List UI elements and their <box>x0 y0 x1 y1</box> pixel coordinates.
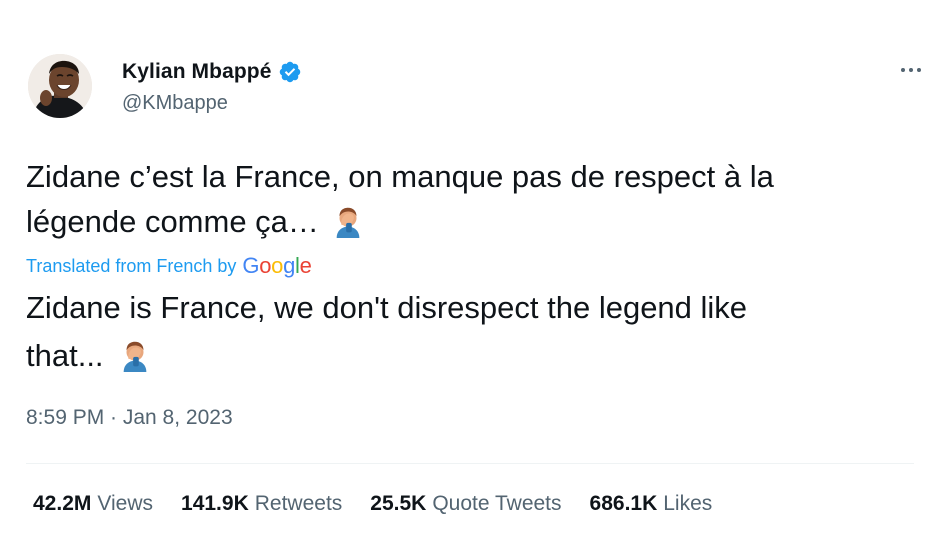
views-count: 42.2M <box>33 492 92 515</box>
tweet-translation-text: Zidane is France, we don't disrespect th… <box>26 284 916 380</box>
original-line-1: Zidane c’est la France, on manque pas de… <box>26 159 774 194</box>
more-options-button[interactable] <box>896 60 926 80</box>
divider <box>26 463 914 464</box>
translation-line-2-text: that... <box>26 338 104 373</box>
translation-line-1: Zidane is France, we don't disrespect th… <box>26 290 748 325</box>
views-label: Views <box>97 492 154 515</box>
tweet-timestamp[interactable]: 8:59 PM · Jan 8, 2023 <box>26 406 233 430</box>
verified-badge-icon <box>279 61 300 83</box>
quote-tweets-count: 25.5K <box>370 492 427 515</box>
translation-line-2: that... <box>26 332 916 380</box>
more-dot-icon <box>917 68 921 72</box>
retweets-stat[interactable]: 141.9K Retweets <box>181 492 342 516</box>
quote-tweets-stat[interactable]: 25.5K Quote Tweets <box>370 492 561 516</box>
display-name[interactable]: Kylian Mbappé <box>122 60 272 84</box>
man-facepalming-emoji-icon <box>336 207 360 238</box>
author-handle[interactable]: @KMbappe <box>122 92 228 115</box>
retweets-label: Retweets <box>254 492 343 515</box>
translated-by[interactable]: Translated from French by Google <box>26 253 312 279</box>
tweet-original-text: Zidane c’est la France, on manque pas de… <box>26 154 916 244</box>
original-line-2-text: légende comme ça… <box>26 204 319 239</box>
views-stat[interactable]: 42.2M Views <box>33 492 153 516</box>
avatar[interactable] <box>28 54 92 118</box>
google-logo: Google <box>242 253 312 278</box>
profile-photo-icon <box>28 54 92 118</box>
man-facepalming-emoji-icon <box>123 341 146 372</box>
more-dot-icon <box>901 68 905 72</box>
translated-label[interactable]: Translated from French by <box>26 256 236 277</box>
retweets-count: 141.9K <box>181 492 249 515</box>
likes-label: Likes <box>663 492 713 515</box>
tweet-stats: 42.2M Views 141.9K Retweets 25.5K Quote … <box>33 492 712 516</box>
likes-count: 686.1K <box>589 492 658 515</box>
original-line-2: légende comme ça… <box>26 199 916 244</box>
likes-stat[interactable]: 686.1K Likes <box>590 492 713 516</box>
author-name-row[interactable]: Kylian Mbappé <box>122 60 302 84</box>
more-dot-icon <box>909 68 913 72</box>
tweet-card: Kylian Mbappé @KMbappe Zidane c’est la F… <box>0 0 940 534</box>
quote-tweets-label: Quote Tweets <box>432 492 562 515</box>
